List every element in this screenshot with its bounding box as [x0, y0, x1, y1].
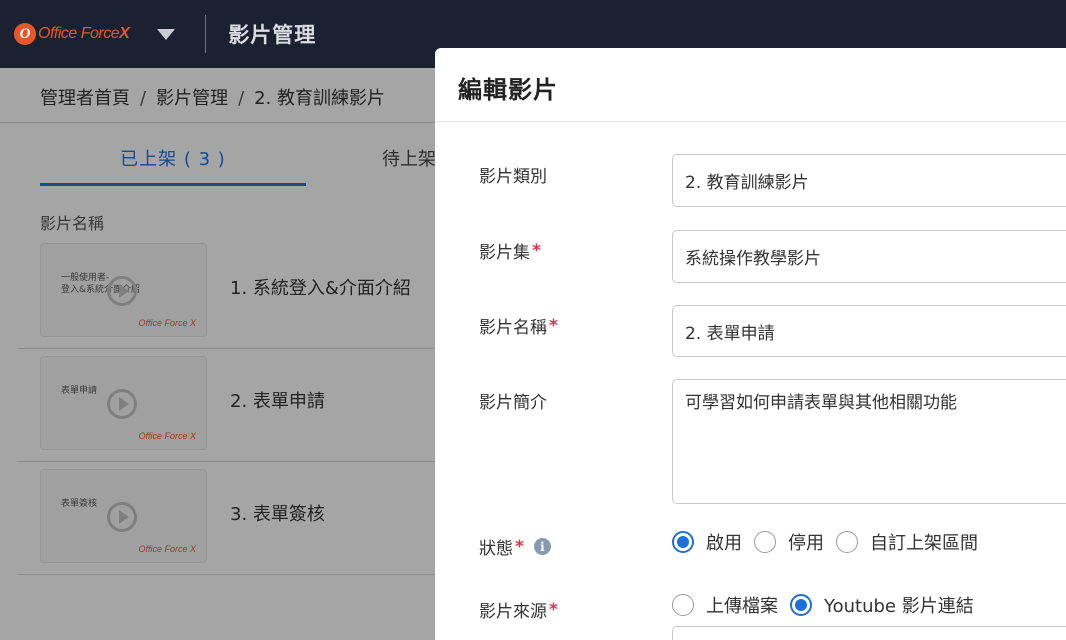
- required-mark: *: [532, 240, 541, 261]
- collection-input[interactable]: 系統操作教學影片: [672, 230, 1066, 283]
- source-option-upload[interactable]: 上傳檔案: [706, 592, 778, 618]
- collection-label: 影片集 *: [479, 240, 541, 264]
- required-mark: *: [515, 536, 524, 557]
- status-label: 狀態 * i: [479, 534, 551, 559]
- intro-textarea[interactable]: 可學習如何申請表單與其他相關功能: [672, 379, 1066, 504]
- status-option-custom-period[interactable]: 自訂上架區間: [870, 529, 978, 555]
- source-label: 影片來源 *: [479, 599, 558, 623]
- page-header-title: 影片管理: [228, 23, 317, 47]
- status-radio-custom-period[interactable]: [836, 531, 858, 553]
- required-mark: *: [549, 599, 558, 620]
- status-radio-enabled[interactable]: [672, 531, 694, 553]
- app-logo[interactable]: O Office ForceX: [14, 23, 130, 45]
- modal-divider: [435, 121, 1066, 122]
- category-label: 影片類別: [479, 167, 547, 187]
- source-radio-group: 上傳檔案 Youtube 影片連結: [672, 592, 986, 618]
- chevron-down-icon[interactable]: [157, 28, 176, 40]
- status-radio-group: 啟用 停用 自訂上架區間: [672, 529, 990, 555]
- required-mark: *: [549, 315, 558, 336]
- header-divider: [205, 15, 207, 53]
- modal-title: 編輯影片: [458, 76, 558, 104]
- category-select[interactable]: 2. 教育訓練影片: [672, 154, 1066, 207]
- logo-mark-icon: O: [14, 23, 36, 45]
- logo-text: Office ForceX: [38, 25, 130, 42]
- status-option-disabled[interactable]: 停用: [788, 529, 824, 555]
- source-option-youtube[interactable]: Youtube 影片連結: [824, 592, 974, 618]
- status-radio-disabled[interactable]: [754, 531, 776, 553]
- status-option-enabled[interactable]: 啟用: [706, 529, 742, 555]
- youtube-url-input[interactable]: [672, 626, 1066, 640]
- video-name-input[interactable]: 2. 表單申請: [672, 305, 1066, 357]
- intro-label: 影片簡介: [479, 393, 547, 413]
- video-name-label: 影片名稱 *: [479, 315, 558, 339]
- info-icon[interactable]: i: [533, 538, 551, 555]
- source-radio-upload[interactable]: [672, 594, 694, 616]
- source-radio-youtube[interactable]: [790, 594, 812, 616]
- edit-video-modal: 編輯影片 影片類別 2. 教育訓練影片 影片集 * 系統操作教學影片 影片名稱 * …: [435, 48, 1066, 640]
